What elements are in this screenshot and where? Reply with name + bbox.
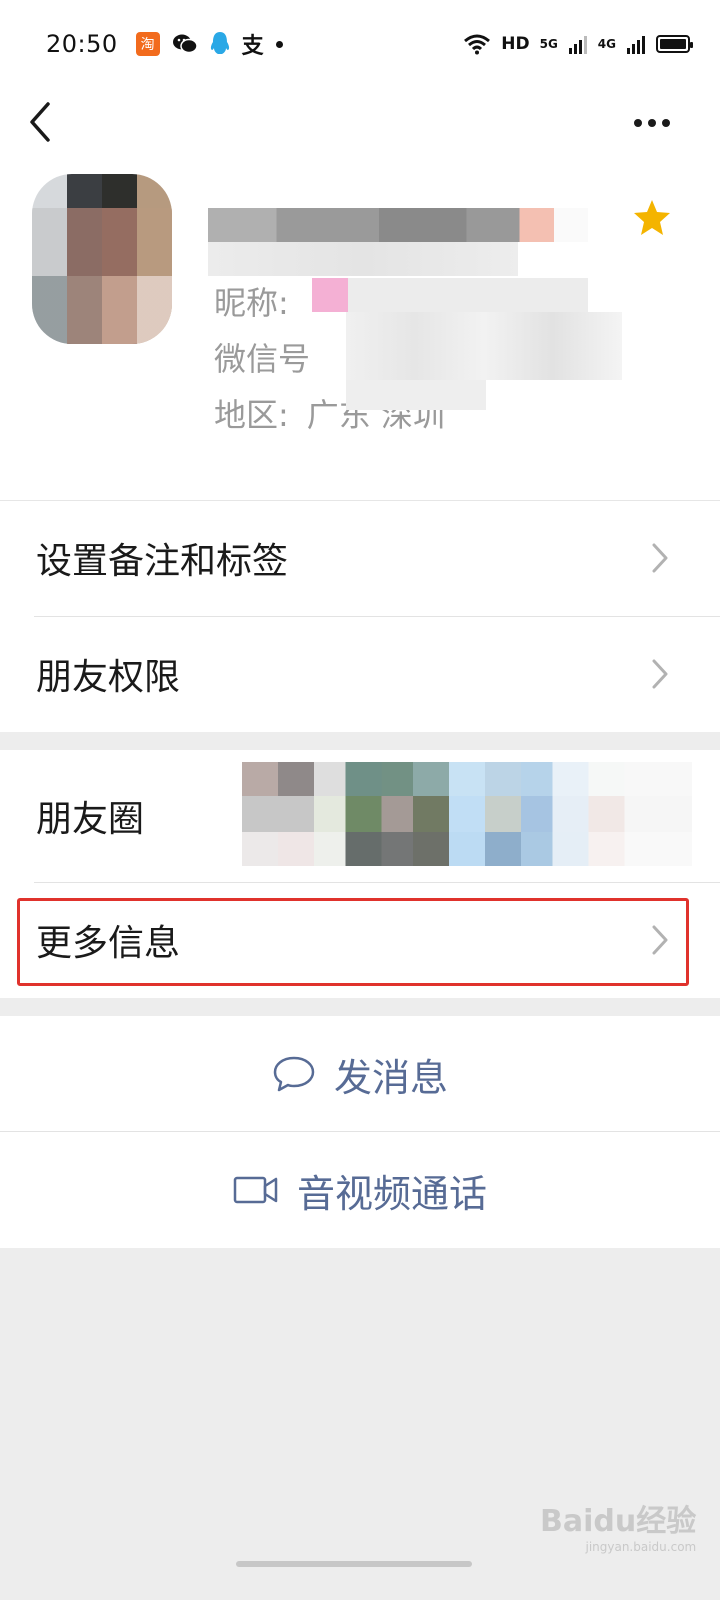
send-message-button[interactable]: 发消息: [0, 1016, 720, 1132]
wechat-icon: [172, 34, 198, 54]
top-nav: [0, 88, 720, 160]
signal-5g-label: 5G: [539, 37, 558, 51]
baidu-watermark: Baidu经验 jingyan.baidu.com: [540, 1504, 697, 1554]
avatar[interactable]: [32, 174, 172, 344]
chevron-left-icon: [30, 102, 50, 142]
cell-remark-tags[interactable]: 设置备注和标签: [0, 500, 720, 616]
star-icon[interactable]: [632, 198, 672, 238]
cell-moments-label: 朋友圈: [36, 799, 145, 840]
signal-4g-label: 4G: [597, 37, 616, 51]
wechat-id-redacted: [346, 312, 622, 380]
chevron-right-icon: [652, 543, 668, 573]
more-button[interactable]: [628, 98, 684, 148]
signal-5g-icon: [568, 36, 587, 54]
display-name-redacted-2: [208, 242, 518, 276]
send-message-label: 发消息: [333, 1055, 448, 1100]
moments-thumbnails: [242, 762, 692, 866]
more-dots-icon: [634, 119, 670, 127]
video-call-button[interactable]: 音视频通话: [0, 1132, 720, 1248]
hd-indicator: HD: [501, 34, 530, 54]
notification-dot: [275, 40, 283, 48]
taobao-icon: 淘: [135, 32, 160, 56]
status-indicators: HD 5G 4G: [463, 33, 693, 55]
cell-friend-permissions[interactable]: 朋友权限: [0, 616, 720, 732]
cell-remark-tags-label: 设置备注和标签: [36, 541, 289, 582]
action-group: 发消息 音视频通话: [0, 1016, 720, 1248]
cell-more-info-label: 更多信息: [36, 923, 181, 964]
video-call-label: 音视频通话: [296, 1171, 487, 1216]
settings-group: 设置备注和标签 朋友权限: [0, 500, 720, 732]
display-name-redacted: [208, 208, 588, 242]
chat-bubble-icon: [273, 1056, 315, 1092]
cell-friend-permissions-label: 朋友权限: [36, 657, 181, 698]
battery-icon: [656, 35, 693, 53]
back-button[interactable]: [26, 92, 66, 152]
status-time: 20:50: [46, 30, 118, 58]
wifi-icon: [464, 34, 491, 55]
moments-group: 朋友圈 更多信息: [0, 750, 720, 998]
region-redacted: [346, 380, 486, 410]
cell-more-info[interactable]: 更多信息: [0, 882, 720, 998]
qq-icon: [210, 32, 229, 54]
wechat-id-label: 微信号: [214, 340, 311, 378]
chevron-right-icon: [652, 925, 668, 955]
signal-4g-icon: [627, 36, 645, 54]
nickname-redacted: [312, 278, 588, 312]
nickname-label: 昵称:: [214, 284, 289, 322]
alipay-icon: 支: [241, 34, 264, 59]
status-bar: 20:50 淘 支 HD 5G 4G: [0, 0, 720, 88]
home-indicator[interactable]: [236, 1561, 472, 1567]
cell-moments[interactable]: 朋友圈: [0, 750, 720, 882]
status-app-icons: 淘 支: [135, 28, 283, 60]
chevron-right-icon: [652, 659, 668, 689]
video-camera-icon: [233, 1176, 278, 1204]
profile-header: 昵称: 微信号 地区: 广东 深圳: [0, 160, 720, 500]
